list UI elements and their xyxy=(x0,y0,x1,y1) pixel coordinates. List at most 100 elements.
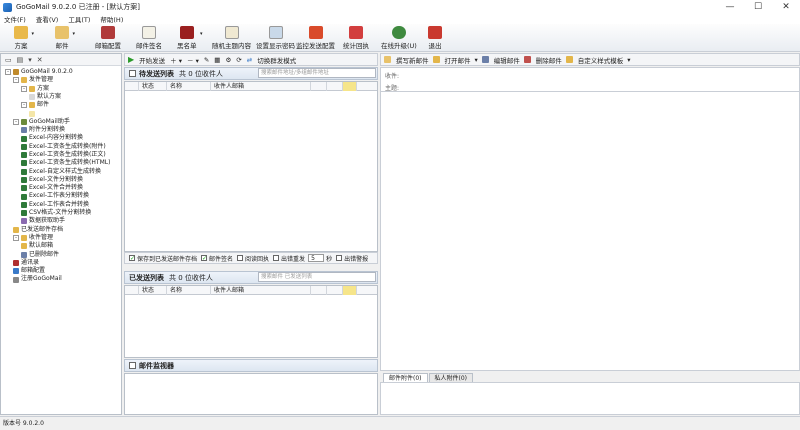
maximize-button[interactable]: ☐ xyxy=(744,0,772,14)
pending-list-title: 待发送列表 xyxy=(139,69,174,78)
alert-checkbox[interactable] xyxy=(336,255,343,261)
mail-body-preview[interactable] xyxy=(380,91,800,371)
tree-node[interactable]: Excel-自定义样式生成转换 xyxy=(1,168,121,176)
mail-sign-checkbox[interactable]: ✓ xyxy=(201,255,207,262)
tree-node[interactable]: 数据获取助手 xyxy=(1,217,121,225)
main-toolbar: 方案 ▾ 邮件 ▾ 邮箱配置 邮件签名 黑名单 ▾ 随机主题内容 设置显示密码 监控发… xyxy=(0,24,800,52)
attachment-list[interactable] xyxy=(380,382,800,415)
online-upgrade-button[interactable]: 在线升级(U) xyxy=(381,26,417,50)
select-column[interactable] xyxy=(125,285,139,295)
tree-node[interactable]: - 邮件 xyxy=(1,101,121,109)
col-name[interactable]: 名称 xyxy=(167,81,211,91)
tree-node[interactable]: Excel-工资条生成转换(HTML) xyxy=(1,159,121,167)
expand-toggle-icon[interactable]: - xyxy=(21,85,27,92)
tab-private-attachments[interactable]: 私人附件(0) xyxy=(428,373,473,382)
tree-node[interactable]: - 方案 xyxy=(1,85,121,93)
list-icon[interactable]: ▦ xyxy=(214,56,220,64)
menu-bar: 文件(F) 查看(V) 工具(T) 帮助(H) xyxy=(0,14,800,24)
minimize-button[interactable]: — xyxy=(716,0,744,14)
col-email[interactable]: 收件人邮箱 xyxy=(211,285,311,295)
start-send-button[interactable]: 开始发送 xyxy=(139,55,165,65)
tree-node[interactable]: 默认邮箱 xyxy=(1,242,121,250)
tree-node[interactable]: - 收件管理 xyxy=(1,234,121,242)
tree-node[interactable]: Excel-工作表合并转换 xyxy=(1,201,121,209)
menu-help[interactable]: 帮助(H) xyxy=(100,14,123,24)
tree-node[interactable] xyxy=(1,109,121,117)
edit-mail-button[interactable]: 编辑邮件 xyxy=(494,55,520,65)
settings-icon[interactable]: ⚙ xyxy=(225,56,231,64)
compose-button[interactable]: 撰写新邮件 xyxy=(396,55,429,65)
flag-col-icon[interactable] xyxy=(343,81,357,91)
chevron-down-icon[interactable]: ▾ xyxy=(475,56,478,64)
tree-node[interactable]: - 发件管理 xyxy=(1,76,121,84)
scheme-button[interactable]: 方案 ▾ xyxy=(14,26,34,50)
open-folder-icon[interactable]: ▤ xyxy=(17,56,24,64)
play-icon[interactable]: ▶ xyxy=(128,55,134,64)
menu-file[interactable]: 文件(F) xyxy=(4,14,26,24)
col-email[interactable]: 收件人邮箱 xyxy=(211,81,311,91)
info-col-icon[interactable] xyxy=(327,285,343,295)
stats-receipt-button[interactable]: 统计回执 xyxy=(343,26,369,50)
flag-col-icon[interactable] xyxy=(343,285,357,295)
tree-node[interactable]: Excel-工作表分割转换 xyxy=(1,192,121,200)
pending-select-all-checkbox[interactable] xyxy=(129,70,136,77)
close-button[interactable]: ✕ xyxy=(772,0,800,14)
expand-toggle-icon[interactable]: - xyxy=(21,102,27,109)
attachment-col-icon[interactable] xyxy=(311,81,327,91)
chevron-down-icon[interactable]: ▾ xyxy=(627,56,630,64)
expand-toggle-icon[interactable]: - xyxy=(13,235,19,242)
chevron-down-icon[interactable]: ▾ xyxy=(28,56,32,64)
tree-node[interactable]: Excel-文件分割转换 xyxy=(1,176,121,184)
refresh-icon[interactable]: ⟳ xyxy=(236,56,241,64)
tree-node[interactable]: - GoGoMail 9.0.2.0 xyxy=(1,68,121,76)
save-archive-checkbox[interactable]: ✓ xyxy=(129,255,135,262)
show-password-button[interactable]: 设置显示密码 xyxy=(256,26,295,50)
info-col-icon[interactable] xyxy=(327,81,343,91)
select-column[interactable] xyxy=(125,81,139,91)
menu-view[interactable]: 查看(V) xyxy=(36,14,59,24)
tree-node[interactable]: Excel-工资条生成转换(附件) xyxy=(1,143,121,151)
interval-checkbox[interactable] xyxy=(273,255,280,261)
random-content-button[interactable]: 随机主题内容 xyxy=(212,26,251,50)
pending-count: 共 0 位收件人 xyxy=(179,69,223,78)
new-icon[interactable]: ▭ xyxy=(5,56,12,64)
expand-toggle-icon[interactable]: - xyxy=(13,77,19,84)
col-status[interactable]: 状态 xyxy=(139,81,167,91)
delete-icon[interactable]: ✕ xyxy=(37,56,43,64)
expand-toggle-icon[interactable]: - xyxy=(13,118,19,125)
sent-search-input[interactable]: 搜索邮件 已发送列表 xyxy=(258,272,376,282)
switch-mode-icon[interactable]: ⇄ xyxy=(247,56,252,64)
edit-icon[interactable]: ✎ xyxy=(204,56,209,64)
add-icon[interactable]: ＋ ▾ xyxy=(170,55,182,65)
tab-mail-attachments[interactable]: 邮件附件(0) xyxy=(383,373,428,382)
mail-monitor-checkbox[interactable] xyxy=(129,362,136,369)
pending-search-input[interactable]: 搜索邮件地址/多组邮件地址 xyxy=(258,68,376,78)
exit-button[interactable]: 退出 xyxy=(428,26,442,50)
delete-mail-button[interactable]: 删除邮件 xyxy=(536,55,562,65)
tree-node[interactable]: 已发送邮件存档 xyxy=(1,226,121,234)
tree-node[interactable]: 已删除邮件 xyxy=(1,251,121,259)
tree-node[interactable]: 注册GoGoMail xyxy=(1,275,121,283)
mail-sign-button[interactable]: 邮件签名 xyxy=(136,26,162,50)
col-name[interactable]: 名称 xyxy=(167,285,211,295)
col-status[interactable]: 状态 xyxy=(139,285,167,295)
tree-node[interactable]: - GoGoMail助手 xyxy=(1,118,121,126)
remove-icon[interactable]: － ▾ xyxy=(187,55,199,65)
template-button[interactable]: 自定义样式模板 xyxy=(578,55,624,65)
expand-toggle-icon[interactable]: - xyxy=(5,69,11,76)
tree-node[interactable]: Excel-内容分割转换 xyxy=(1,134,121,142)
mail-config-button[interactable]: 邮箱配置 xyxy=(95,26,121,50)
mail-button[interactable]: 邮件 ▾ xyxy=(55,26,75,50)
tree-node[interactable]: 默认方案 xyxy=(1,93,121,101)
blacklist-button[interactable]: 黑名单 ▾ xyxy=(177,26,203,50)
switch-mode-button[interactable]: 切换群发模式 xyxy=(257,55,296,65)
monitor-config-button[interactable]: 监控发送配置 xyxy=(296,26,335,50)
tree-node[interactable]: 通讯录 xyxy=(1,259,121,267)
menu-tools[interactable]: 工具(T) xyxy=(68,14,90,24)
read-receipt-checkbox[interactable] xyxy=(237,255,244,261)
attachment-col-icon[interactable] xyxy=(311,285,327,295)
open-mail-button[interactable]: 打开邮件 xyxy=(445,55,471,65)
pending-list[interactable]: 状态 名称 收件人邮箱 xyxy=(124,81,378,252)
sent-list[interactable]: 状态 名称 收件人邮箱 xyxy=(124,285,378,358)
interval-seconds-input[interactable]: 5 xyxy=(308,254,325,262)
